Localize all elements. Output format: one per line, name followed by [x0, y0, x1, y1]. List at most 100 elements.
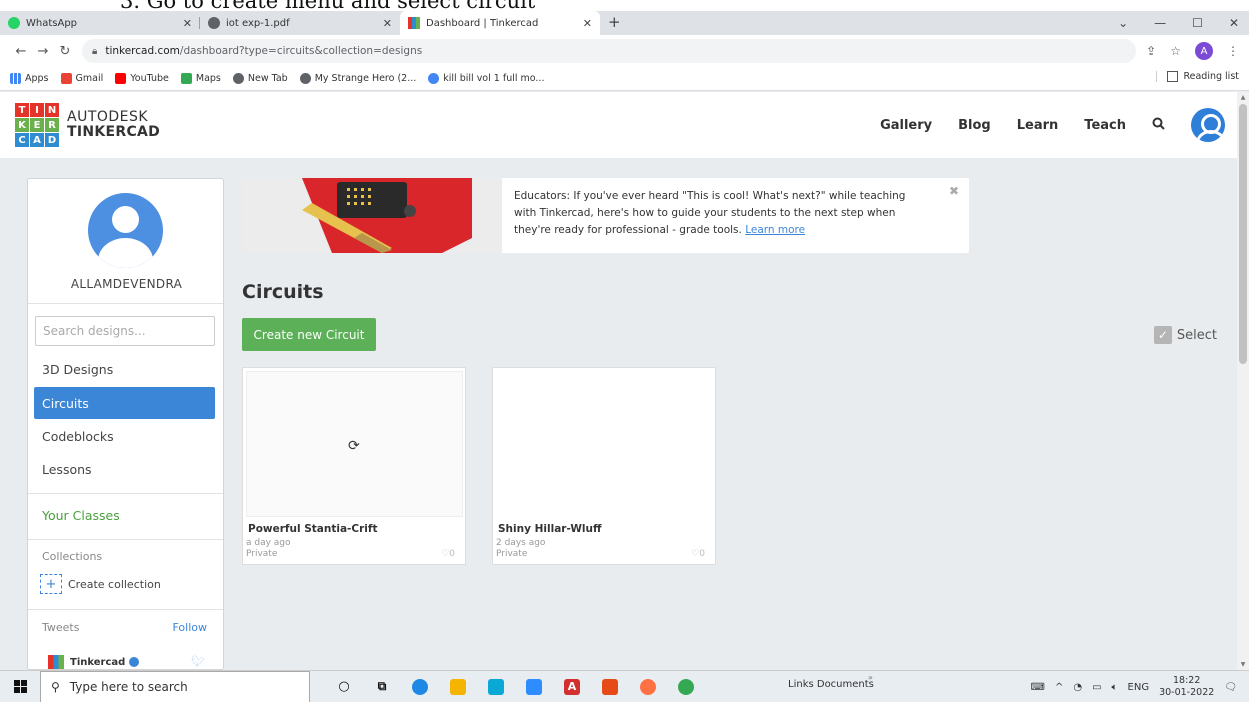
verified-icon [129, 657, 140, 667]
reading-list-icon [1167, 71, 1179, 82]
edge-icon[interactable] [412, 678, 428, 695]
bookmark-youtube[interactable]: YouTube [115, 73, 169, 84]
tab-iot-pdf[interactable]: iot exp-1.pdf ✕ [200, 11, 400, 35]
design-name[interactable]: Powerful Stantia-Crift [248, 523, 377, 535]
page-scrollbar[interactable]: ▲ ▼ [1237, 92, 1249, 670]
nav-learn[interactable]: Learn [1017, 118, 1059, 133]
create-new-circuit-button[interactable]: Create new Circuit [242, 318, 376, 351]
bookmark-kill-bill[interactable]: kill bill vol 1 full mo... [428, 73, 544, 84]
brand-line-autodesk: AUTODESK [67, 109, 149, 126]
bookmark-strange-hero[interactable]: My Strange Hero (2... [299, 73, 416, 84]
top-nav: Gallery Blog Learn Teach [880, 92, 1225, 158]
scroll-up-icon[interactable]: ▲ [1237, 94, 1249, 101]
tab-search-icon[interactable]: ⌄ [1118, 16, 1128, 30]
logo-letter: K [15, 118, 29, 132]
star-icon[interactable]: ☆ [1170, 44, 1181, 58]
bookmark-apps[interactable]: Apps [10, 73, 49, 84]
tab-title: WhatsApp [26, 17, 78, 29]
sidebar-item-codeblocks[interactable]: Codeblocks [34, 420, 215, 452]
clock[interactable]: 18:22 30-01-2022 [1159, 675, 1214, 699]
share-icon[interactable]: ⇪ [1146, 44, 1156, 58]
bookmark-new-tab[interactable]: New Tab [232, 73, 288, 84]
bookmark-maps[interactable]: Maps [180, 73, 221, 84]
reading-list-button[interactable]: Reading list [1156, 71, 1239, 82]
follow-link[interactable]: Follow [172, 621, 207, 634]
minimize-icon[interactable]: — [1154, 16, 1166, 30]
forward-icon[interactable]: → [32, 44, 54, 59]
sidebar-item-circuits[interactable]: Circuits [34, 387, 215, 419]
nav-gallery[interactable]: Gallery [880, 118, 932, 133]
likes-count: ♡0 [691, 549, 705, 559]
learn-more-link[interactable]: Learn more [745, 224, 805, 236]
design-name[interactable]: Shiny Hillar-Wluff [498, 523, 602, 535]
username[interactable]: ALLAMDEVENDRA [28, 277, 223, 291]
create-collection-button[interactable]: + Create collection [40, 574, 161, 594]
your-classes-link[interactable]: Your Classes [42, 508, 120, 523]
battery-icon[interactable]: ▭ [1092, 682, 1101, 693]
office-icon[interactable] [602, 678, 618, 695]
reload-icon[interactable]: ↻ [54, 44, 76, 59]
search-icon[interactable] [1152, 117, 1165, 134]
volume-icon[interactable]: 🔈︎ [1112, 682, 1118, 693]
profile-avatar-large[interactable] [88, 193, 163, 268]
start-button[interactable] [0, 680, 40, 693]
nav-blog[interactable]: Blog [958, 118, 991, 133]
url-input[interactable]: 🔒︎ tinkercad.com/dashboard?type=circuits… [82, 39, 1137, 63]
close-icon[interactable]: ✖ [949, 184, 959, 198]
create-collection-label: Create collection [68, 577, 161, 591]
wifi-icon[interactable]: ◔ [1073, 682, 1082, 693]
keyboard-icon[interactable]: ⌨ [1031, 682, 1045, 693]
language-indicator[interactable]: ENG [1128, 682, 1150, 693]
tinkercad-logo[interactable]: T I N K E R C A D [15, 103, 59, 147]
whatsapp-icon[interactable] [488, 678, 504, 695]
scroll-down-icon[interactable]: ▼ [1237, 661, 1249, 668]
firefox-icon[interactable] [640, 678, 656, 695]
likes-value: 0 [699, 549, 705, 559]
design-card[interactable]: ⟳ Powerful Stantia-Crift a day ago Priva… [242, 367, 466, 565]
chevron-up-icon[interactable]: ^ [1055, 682, 1063, 693]
maximize-icon[interactable]: ☐ [1192, 16, 1203, 30]
file-explorer-icon[interactable] [450, 678, 466, 695]
bookmark-label: Apps [25, 73, 49, 84]
new-tab-button[interactable]: + [608, 11, 621, 35]
tab-whatsapp[interactable]: WhatsApp ✕ [0, 11, 200, 35]
acrobat-icon[interactable]: A [564, 678, 580, 695]
tweet-author[interactable]: Tinkercad [48, 655, 140, 669]
close-icon[interactable]: ✕ [583, 17, 592, 30]
select-toggle[interactable]: ✓ Select [1153, 326, 1217, 344]
close-icon[interactable]: ✕ [383, 17, 392, 30]
taskbar-search-input[interactable]: ⚲ Type here to search [40, 670, 310, 702]
chrome-icon[interactable] [678, 678, 694, 695]
logo-letter: T [15, 103, 29, 117]
cortana-icon[interactable]: ○ [336, 679, 352, 695]
globe-icon [299, 73, 311, 84]
task-view-icon[interactable]: ⧉ [374, 679, 390, 695]
back-icon[interactable]: ← [10, 44, 32, 59]
youtube-icon [115, 73, 127, 84]
sidebar-item-lessons[interactable]: Lessons [34, 453, 215, 485]
scrollbar-thumb[interactable] [1239, 104, 1247, 364]
design-thumbnail[interactable] [496, 371, 713, 517]
close-window-icon[interactable]: ✕ [1229, 16, 1239, 30]
checkbox-icon[interactable]: ✓ [1153, 326, 1172, 344]
design-thumbnail[interactable]: ⟳ [246, 371, 463, 517]
design-card[interactable]: Shiny Hillar-Wluff 2 days ago Private ♡0 [492, 367, 716, 565]
sidebar-item-3d-designs[interactable]: 3D Designs [34, 353, 215, 385]
bookmark-gmail[interactable]: Gmail [60, 73, 103, 84]
logo-letter: D [45, 133, 59, 147]
chevron-right-icon[interactable]: » [868, 673, 873, 682]
gmail-icon [60, 73, 72, 84]
close-icon[interactable]: ✕ [183, 17, 192, 30]
tab-tinkercad-dashboard[interactable]: Dashboard | Tinkercad ✕ [400, 11, 600, 35]
windows-taskbar: ⚲ Type here to search ○ ⧉ A Links Docume… [0, 670, 1249, 702]
search-designs-input[interactable] [35, 316, 215, 346]
menu-icon[interactable]: ⋮ [1227, 44, 1239, 58]
page-title: Circuits [242, 281, 324, 303]
google-icon [428, 73, 440, 84]
notification-icon[interactable]: 🗨︎ [1224, 682, 1237, 693]
taskbar-links-toolbar[interactable]: Links Documents [788, 679, 874, 690]
user-avatar[interactable] [1191, 108, 1225, 142]
zoom-icon[interactable] [526, 678, 542, 695]
profile-avatar[interactable]: A [1195, 42, 1213, 60]
nav-teach[interactable]: Teach [1084, 118, 1126, 133]
